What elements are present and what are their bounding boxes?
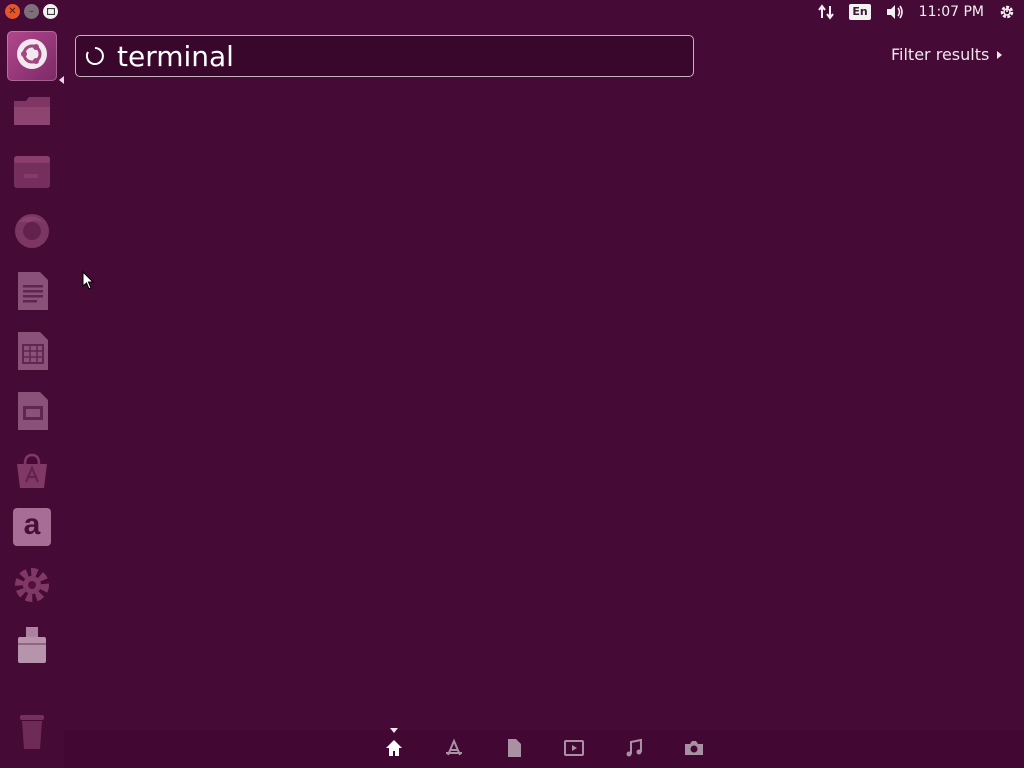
home-icon xyxy=(384,738,404,762)
window-icon xyxy=(11,150,53,196)
calc-icon xyxy=(12,329,52,377)
clock[interactable]: 11:07 PM xyxy=(919,4,984,20)
file-icon xyxy=(505,738,523,762)
applications-icon xyxy=(444,738,464,762)
ubuntu-logo-icon xyxy=(15,37,49,75)
software-center-icon xyxy=(11,450,53,496)
amazon-letter: a xyxy=(23,508,41,541)
amazon-icon: a xyxy=(11,506,53,548)
usb-drive-icon xyxy=(12,623,52,671)
trash-icon xyxy=(12,709,52,757)
volume-icon[interactable] xyxy=(885,3,905,21)
top-panel: ✕ – En 11:07 PM xyxy=(0,0,1024,24)
search-input[interactable] xyxy=(117,36,657,76)
spinner-icon xyxy=(85,46,105,66)
music-icon xyxy=(624,738,644,762)
keyboard-layout-indicator[interactable]: En xyxy=(849,4,871,20)
impress-icon xyxy=(12,389,52,437)
lens-bar xyxy=(64,730,1024,768)
maximize-icon[interactable] xyxy=(43,4,58,19)
video-icon xyxy=(564,739,584,761)
writer-icon xyxy=(12,269,52,317)
launcher-item-amazon[interactable]: a xyxy=(7,502,57,552)
filter-results-label: Filter results xyxy=(891,45,990,64)
active-lens-indicator xyxy=(390,728,398,733)
lens-video[interactable] xyxy=(562,738,586,762)
lens-music[interactable] xyxy=(622,738,646,762)
filter-results-button[interactable]: Filter results xyxy=(891,45,1003,64)
launcher-item-system-settings[interactable] xyxy=(7,562,57,612)
dash-search-box[interactable] xyxy=(75,35,694,77)
mouse-cursor-icon xyxy=(82,270,95,295)
launcher-item-window[interactable] xyxy=(7,148,57,198)
launcher-item-software-center[interactable] xyxy=(7,448,57,498)
settings-gear-icon xyxy=(10,563,54,611)
launcher-item-home-folder[interactable] xyxy=(7,88,57,138)
launcher: a xyxy=(0,24,64,768)
lens-photos[interactable] xyxy=(682,738,706,762)
indicator-area: En 11:07 PM xyxy=(817,0,1016,24)
launcher-item-impress[interactable] xyxy=(7,388,57,438)
launcher-item-calc[interactable] xyxy=(7,328,57,378)
chevron-right-icon xyxy=(997,50,1003,59)
minimize-icon[interactable]: – xyxy=(24,4,39,19)
window-controls: ✕ – xyxy=(5,4,58,19)
lens-applications[interactable] xyxy=(442,738,466,762)
close-icon[interactable]: ✕ xyxy=(5,4,20,19)
launcher-item-usb-drive[interactable] xyxy=(7,622,57,672)
gear-power-icon[interactable] xyxy=(998,3,1016,21)
folder-icon xyxy=(10,91,54,135)
launcher-active-arrow xyxy=(59,76,64,84)
launcher-item-writer[interactable] xyxy=(7,268,57,318)
network-updown-icon[interactable] xyxy=(817,3,835,21)
lens-files[interactable] xyxy=(502,738,526,762)
firefox-icon xyxy=(11,210,53,256)
launcher-item-firefox[interactable] xyxy=(7,208,57,258)
launcher-item-trash[interactable] xyxy=(7,708,57,758)
launcher-item-dash-home[interactable] xyxy=(7,31,57,81)
camera-icon xyxy=(683,739,705,761)
lens-home[interactable] xyxy=(382,738,406,762)
